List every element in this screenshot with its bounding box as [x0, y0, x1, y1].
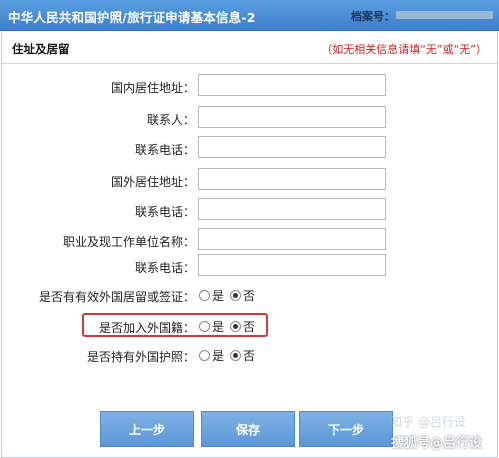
page-title: 中华人民共和国护照/旅行证申请基本信息-2 — [8, 10, 256, 25]
watermark: 搜狐号@吕行设 — [391, 436, 483, 451]
field-row-contact-phone-2: 联系电话： — [2, 198, 497, 222]
radio-row-foreign-residence: 是否有有效外国居留或签证： 是 否 — [2, 285, 497, 305]
save-button[interactable]: 保存 — [201, 411, 295, 447]
field-label: 职业及现工作单位名称： — [62, 235, 195, 249]
watermark-faint: 知乎 @吕行设 — [390, 415, 466, 429]
field-label: 联系电话： — [134, 143, 195, 157]
radio-option-label: 是 — [212, 289, 225, 303]
contact-phone-input-3[interactable] — [198, 254, 386, 276]
foreign-passport-yes-radio[interactable] — [199, 350, 210, 361]
contact-phone-input-2[interactable] — [198, 198, 386, 220]
domestic-address-input[interactable] — [198, 74, 386, 96]
radio-option-label: 是 — [212, 349, 225, 363]
field-label: 联系电话： — [134, 205, 195, 219]
foreign-passport-radio-group: 是 否 — [199, 347, 261, 364]
section-header: 住址及居留 （如无相关信息请填“无”或“无”） — [2, 31, 497, 64]
foreign-passport-no-radio[interactable] — [230, 350, 242, 361]
section-note: （如无相关信息请填“无”或“无”） — [321, 43, 487, 56]
field-row-contact-person: 联系人： — [2, 106, 497, 130]
highlight-box — [82, 313, 268, 337]
contact-person-input[interactable] — [198, 106, 386, 128]
field-row-domestic-address: 国内居住地址： — [2, 74, 497, 98]
radio-option-label: 否 — [243, 289, 256, 303]
radio-row-foreign-passport: 是否持有外国护照： 是 否 — [2, 345, 497, 365]
field-row-contact-phone-1: 联系电话： — [2, 136, 497, 160]
form-panel: 住址及居留 （如无相关信息请填“无”或“无”） 国内居住地址： 联系人： 联系电… — [1, 31, 498, 458]
field-label: 联系电话： — [134, 261, 195, 275]
foreign-residence-radio-group: 是 否 — [199, 287, 261, 304]
file-number-label: 档案号： — [351, 10, 395, 23]
next-step-button[interactable]: 下一步 — [299, 411, 393, 447]
prev-step-button[interactable]: 上一步 — [100, 411, 194, 447]
file-number-value — [396, 11, 493, 19]
title-bar: 中华人民共和国护照/旅行证申请基本信息-2 档案号： — [0, 0, 499, 31]
field-label: 联系人： — [146, 113, 195, 127]
field-label: 国外居住地址： — [110, 175, 195, 189]
foreign-residence-yes-radio[interactable] — [199, 290, 210, 301]
occupation-input[interactable] — [198, 228, 386, 250]
field-row-occupation: 职业及现工作单位名称： — [2, 228, 497, 252]
foreign-residence-no-radio[interactable] — [230, 290, 242, 301]
contact-phone-input-1[interactable] — [198, 136, 386, 158]
radio-option-label: 否 — [243, 349, 256, 363]
field-row-foreign-address: 国外居住地址： — [2, 168, 497, 192]
field-row-contact-phone-3: 联系电话： — [2, 254, 497, 278]
section-title: 住址及居留 — [12, 42, 70, 56]
radio-question-label: 是否持有外国护照： — [86, 350, 195, 364]
field-label: 国内居住地址： — [110, 81, 195, 95]
foreign-address-input[interactable] — [198, 168, 386, 190]
radio-question-label: 是否有有效外国居留或签证： — [38, 290, 195, 304]
